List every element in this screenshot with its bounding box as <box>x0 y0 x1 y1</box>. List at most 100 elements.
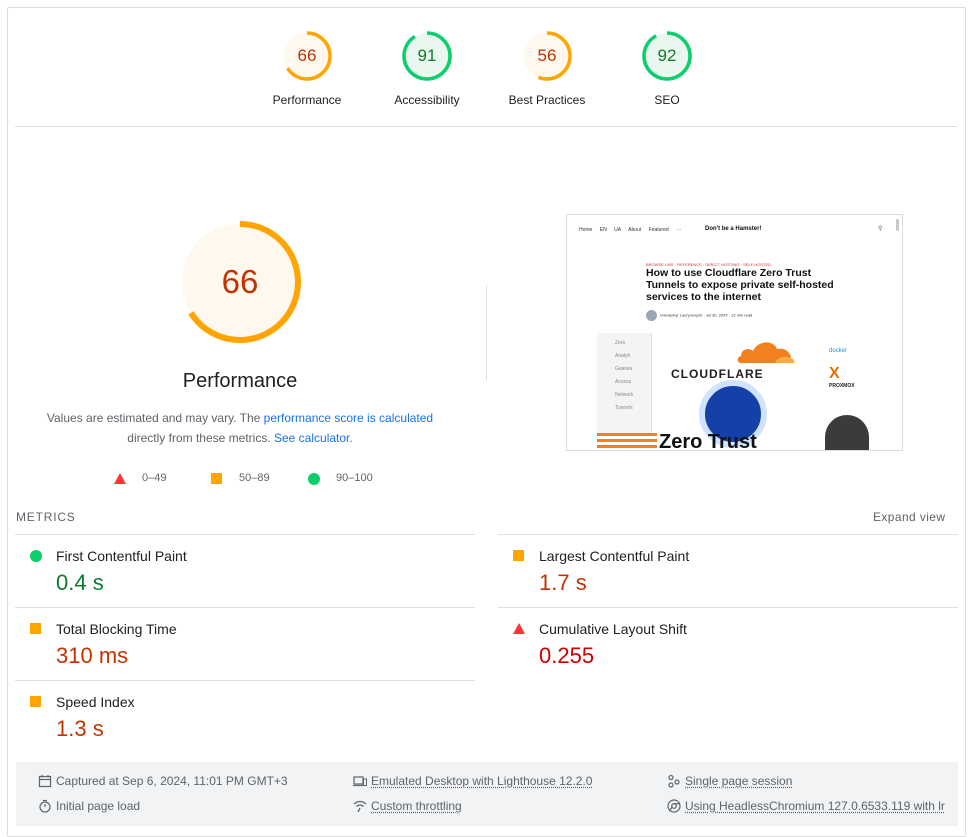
category-gauges: 66 Performance 91 Accessibility 56 Best … <box>8 8 965 128</box>
metric-value: 1.7 s <box>539 570 587 595</box>
legend-range: 0–49 <box>142 472 167 484</box>
gauge-seo[interactable]: 92 SEO <box>607 30 727 107</box>
score-value: 91 <box>417 46 437 65</box>
score-value: 66 <box>297 46 317 65</box>
expand-view-toggle[interactable]: Expand view <box>873 510 945 524</box>
lighthouse-report: 66 Performance 91 Accessibility 56 Best … <box>7 7 966 837</box>
docker-logo: docker <box>829 348 848 354</box>
gauge-accessibility[interactable]: 91 Accessibility <box>367 30 487 107</box>
score-calculated-link[interactable]: performance score is calculated <box>264 411 433 425</box>
performance-score: 66 <box>221 263 259 300</box>
performance-gauge: 66 <box>178 220 302 344</box>
category-label: Best Practices <box>508 93 586 107</box>
circle-icon <box>308 473 320 485</box>
runtime-settings: Captured at Sep 6, 2024, 11:01 PM GMT+3 … <box>16 762 958 826</box>
hero-sidebar-item: Gatewa <box>615 366 633 372</box>
desc-suffix: directly from these metrics. <box>127 431 271 445</box>
hero-sidebar-item: Access <box>615 379 632 385</box>
proxmox-logo-icon: X <box>829 365 840 382</box>
nav-item: UA <box>614 227 622 233</box>
cloudflare-wordmark: CLOUDFLARE <box>671 367 764 381</box>
triangle-icon <box>114 473 126 484</box>
category-label: Performance <box>272 93 342 107</box>
hero-sidebar: Zero Analyti Gatewa Access Network Tunne… <box>597 333 652 433</box>
emulated-text[interactable]: Emulated Desktop with Lighthouse 12.2.0 <box>371 774 592 788</box>
final-screenshot[interactable]: Home EN UA About Featured ··· Don't be a… <box>566 214 903 451</box>
score-value: 56 <box>537 46 557 65</box>
screenshot-brand: Don't be a Hamster! <box>705 226 762 232</box>
screenshot-author: Volodymyr Lavrynovych · Jul 30, 2024 · 1… <box>646 310 752 321</box>
cloudflare-cloud-icon <box>737 342 795 363</box>
pass-circle-icon <box>30 550 42 562</box>
hero-sidebar-item: Zero <box>615 340 626 346</box>
score-ring: 56 <box>521 30 573 82</box>
metric-title: Speed Index <box>56 694 135 710</box>
proxmox-wordmark: PROXMOX <box>829 383 855 389</box>
square-icon <box>211 473 222 484</box>
screenshot-headline: How to use Cloudflare Zero Trust Tunnels… <box>646 267 834 303</box>
metric-largest-contentful-paint: Largest Contentful Paint 1.7 s <box>498 534 958 607</box>
metric-total-blocking-time: Total Blocking Time 310 ms <box>15 607 475 680</box>
throttling-text[interactable]: Custom throttling <box>371 799 462 813</box>
avatar <box>646 310 657 321</box>
zero-trust-text: Zero Trust <box>659 431 757 451</box>
person-photo <box>825 415 869 450</box>
browser-text[interactable]: Using HeadlessChromium 127.0.6533.119 wi… <box>685 799 945 813</box>
calendar-icon <box>38 775 52 788</box>
session-icon <box>668 774 680 788</box>
search-icon: ⚲ <box>878 226 883 232</box>
metric-title: Cumulative Layout Shift <box>539 621 687 637</box>
header-divider <box>15 126 957 127</box>
metric-value: 1.3 s <box>56 716 104 741</box>
performance-summary: 66 Performance Values are estimated and … <box>28 220 452 448</box>
nav-item: Featured <box>648 227 669 233</box>
orange-stripes <box>597 433 657 450</box>
gauge-best-practices[interactable]: 56 Best Practices <box>487 30 607 107</box>
average-square-icon <box>30 696 41 707</box>
metrics-header: METRICS <box>16 510 76 524</box>
captured-text: Captured at Sep 6, 2024, 11:01 PM GMT+3 <box>56 774 288 788</box>
load-text: Initial page load <box>56 799 141 813</box>
fail-triangle-icon <box>513 623 525 634</box>
author-name: Volodymyr Lavrynovych <box>660 312 703 318</box>
legend-range: 90–100 <box>336 472 373 484</box>
metric-title: Largest Contentful Paint <box>539 548 690 564</box>
average-square-icon <box>30 623 41 634</box>
nav-item: Home <box>579 227 593 233</box>
session-text[interactable]: Single page session <box>685 774 792 788</box>
devices-icon <box>353 776 367 787</box>
metric-value: 310 ms <box>56 643 129 668</box>
metric-speed-index: Speed Index 1.3 s <box>15 680 475 753</box>
performance-title: Performance <box>182 370 298 392</box>
metric-value: 0.255 <box>539 643 595 668</box>
score-value: 92 <box>657 46 677 65</box>
average-square-icon <box>513 550 524 561</box>
category-label: SEO <box>654 93 680 107</box>
see-calculator-link[interactable]: See calculator. <box>274 431 353 445</box>
metric-first-contentful-paint: First Contentful Paint 0.4 s <box>15 534 475 607</box>
category-label: Accessibility <box>394 93 460 107</box>
screenshot-scrollbar <box>896 219 899 231</box>
desc-prefix: Values are estimated and may vary. The <box>46 411 264 425</box>
screenshot-nav: Home EN UA About Featured ··· <box>579 227 687 233</box>
chrome-icon <box>667 799 681 813</box>
performance-description: Values are estimated and may vary. The p… <box>28 408 452 448</box>
metric-title: First Contentful Paint <box>56 548 187 564</box>
hero-sidebar-item: Network <box>615 392 634 398</box>
hero-sidebar-item: Tunnels <box>615 405 633 411</box>
metric-cumulative-layout-shift: Cumulative Layout Shift 0.255 <box>498 607 958 680</box>
nav-item: ··· <box>676 227 682 233</box>
legend-range: 50–89 <box>239 472 270 484</box>
metric-title: Total Blocking Time <box>56 621 177 637</box>
nav-item: About <box>628 227 642 233</box>
timer-icon <box>39 799 51 813</box>
author-meta: Jul 30, 2024 · 12 min read <box>705 312 753 318</box>
gauge-performance[interactable]: 66 Performance <box>247 30 367 107</box>
hero-sidebar-item: Analyti <box>615 353 631 359</box>
score-ring: 92 <box>641 30 693 82</box>
wifi-icon <box>353 800 367 813</box>
metric-value: 0.4 s <box>56 570 104 595</box>
nav-item: EN <box>599 227 607 233</box>
score-ring: 66 <box>281 30 333 82</box>
score-ring: 91 <box>401 30 453 82</box>
